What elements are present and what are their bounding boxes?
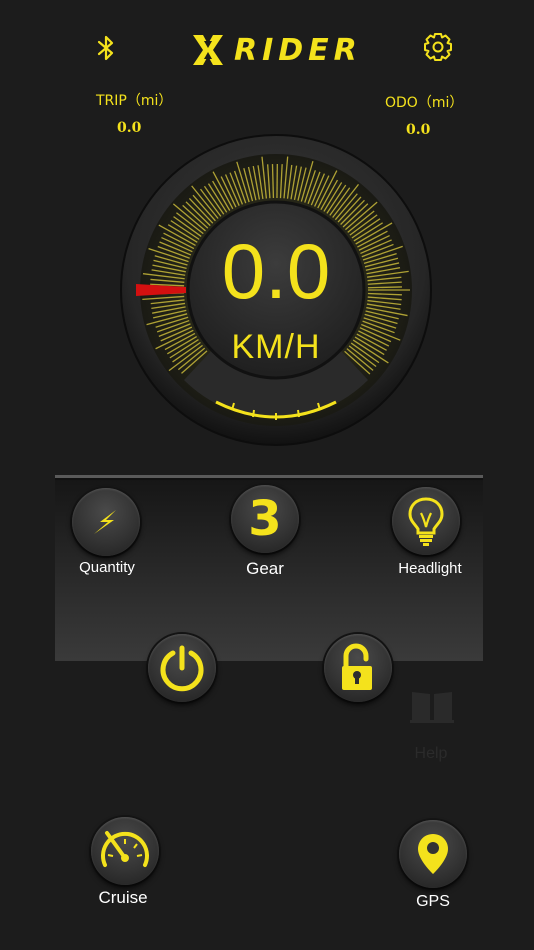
cruise-button[interactable] [91, 817, 159, 885]
gps-button[interactable] [399, 820, 467, 888]
speed-value: 0.0 [221, 227, 331, 315]
lightning-icon [94, 510, 116, 534]
gear-button[interactable]: 3 [231, 485, 299, 553]
trip-label: TRIP（mi） [96, 93, 173, 109]
power-icon [160, 645, 204, 692]
lightbulb-icon [408, 497, 444, 546]
book-icon[interactable] [408, 686, 456, 731]
cruise-label: Cruise [98, 888, 148, 907]
logo-text: RIDER [234, 32, 362, 68]
power-button[interactable] [148, 634, 216, 702]
headlight-button[interactable] [392, 487, 460, 555]
help-label[interactable]: Help [406, 745, 456, 763]
quantity-label: Quantity [79, 559, 135, 576]
gps-label: GPS [416, 893, 450, 910]
location-pin-icon [418, 834, 448, 874]
unlock-icon [342, 643, 372, 690]
gear-label: Gear [246, 559, 284, 578]
bluetooth-icon[interactable] [89, 31, 123, 65]
lock-button[interactable] [324, 634, 392, 702]
odo-label: ODO（mi） [385, 95, 464, 111]
app-logo: RIDER [190, 30, 362, 70]
gear-value: 3 [248, 491, 282, 547]
gear-icon[interactable] [421, 30, 455, 64]
quantity-button[interactable] [72, 488, 140, 556]
cruise-gauge-icon [101, 831, 149, 867]
headlight-label: Headlight [398, 560, 462, 577]
speed-unit: KM/H [231, 328, 321, 366]
x-logo-icon [193, 35, 223, 65]
